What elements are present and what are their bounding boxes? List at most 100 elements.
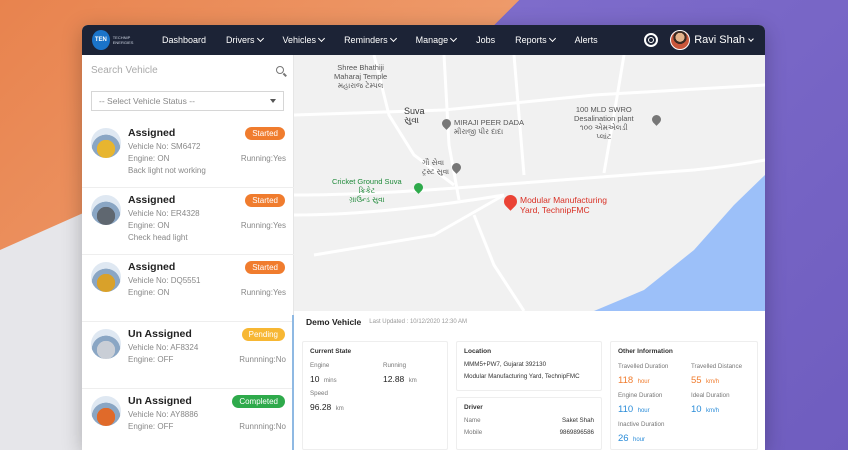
vehicle-thumbnail xyxy=(91,396,121,426)
travelled-distance-unit: km/h xyxy=(706,379,720,385)
travelled-distance-value: 55 xyxy=(691,375,702,386)
nav-item-reports[interactable]: Reports xyxy=(505,34,565,45)
nav-item-jobs[interactable]: Jobs xyxy=(466,35,505,45)
driver-title: Driver xyxy=(464,404,483,411)
nav-item-label: Drivers xyxy=(226,35,255,45)
running-state: Runnning:No xyxy=(239,355,286,364)
caret-down-icon xyxy=(270,99,276,103)
other-info-title: Other Information xyxy=(618,348,673,355)
last-updated: Last Updated : 10/12/2020 12:30 AM xyxy=(369,319,468,325)
vehicle-list-item[interactable]: Assigned Vehicle No: ER4328 Engine: ON Runn… xyxy=(82,188,294,255)
running-state: Running:Yes xyxy=(240,154,286,163)
speed-label: Speed xyxy=(310,390,328,397)
water-body xyxy=(594,175,765,311)
nav-item-vehicles[interactable]: Vehicles xyxy=(273,34,335,45)
map-label-modular: Modular Manufacturing Yard, TechnipFMC xyxy=(520,195,607,215)
engine-state: Engine: OFF xyxy=(128,422,174,431)
map-label-gau: ગૌ સેવા ટ્રસ્ટ સુવા xyxy=(422,158,450,176)
engine-duration-value: 110 xyxy=(618,404,634,415)
vehicle-number: Vehicle No: SM6472 xyxy=(128,142,201,151)
logo[interactable]: TEN TECHNIP ENERGIES xyxy=(82,25,134,55)
vehicle-thumbnail xyxy=(91,262,121,292)
nav-item-label: Jobs xyxy=(476,35,496,45)
current-state-card: Current State Engine 10 mins Running 12.… xyxy=(302,341,448,450)
vehicle-number: Vehicle No: DQ5551 xyxy=(128,276,201,285)
vehicle-note: Check head light xyxy=(128,233,188,242)
engine-state: Engine: ON xyxy=(128,154,170,163)
travelled-duration-value: 118 xyxy=(618,375,634,386)
map[interactable]: Shree Bhathiji Maharaj Temple મહારાજ ટેમ… xyxy=(294,55,765,311)
running-unit: km xyxy=(408,378,417,384)
running-state: Running:Yes xyxy=(240,221,286,230)
status-badge: Started xyxy=(245,194,285,207)
nav-item-dashboard[interactable]: Dashboard xyxy=(152,35,216,45)
vehicle-thumbnail xyxy=(91,128,121,158)
engine-duration-label: Engine Duration xyxy=(618,392,663,399)
inactive-duration-value: 26 xyxy=(618,433,629,444)
vehicle-list-item[interactable]: Un Assigned Vehicle No: AF8324 Engine: OFF… xyxy=(82,322,294,389)
nav-item-drivers[interactable]: Drivers xyxy=(216,34,273,45)
vehicle-number: Vehicle No: ER4328 xyxy=(128,209,200,218)
vehicle-note: Back light not working xyxy=(128,166,206,175)
nav-item-label: Dashboard xyxy=(162,35,207,45)
other-information-card: Other Information Travelled Duration 118… xyxy=(610,341,758,450)
running-label: Running xyxy=(383,362,407,369)
nav-item-alerts[interactable]: Alerts xyxy=(565,35,608,45)
map-label-temple: Shree Bhathiji Maharaj Temple મહારાજ ટેમ… xyxy=(334,63,388,90)
nav-item-label: Reports xyxy=(515,35,547,45)
travelled-duration-unit: hour xyxy=(637,379,650,385)
nav-item-reminders[interactable]: Reminders xyxy=(334,34,406,45)
top-navbar: TEN TECHNIP ENERGIES Dashboard Drivers Veh… xyxy=(82,25,765,55)
search-input[interactable]: Search Vehicle xyxy=(91,65,276,76)
chevron-down-icon xyxy=(256,34,264,43)
nav-item-label: Reminders xyxy=(344,35,388,45)
search-icon[interactable] xyxy=(276,66,284,74)
status-badge: Started xyxy=(245,261,285,274)
status-badge: Pending xyxy=(241,328,285,341)
engine-state: Engine: ON xyxy=(128,221,170,230)
driver-name-label: Name xyxy=(464,417,481,424)
travelled-distance-label: Travelled Distance xyxy=(691,363,743,370)
vehicle-list-item[interactable]: Assigned Vehicle No: DQ5551 Engine: ON Runn… xyxy=(82,255,294,322)
vehicle-list-item[interactable]: Un Assigned Vehicle No: AY8886 Engine: OFF… xyxy=(82,389,294,450)
vehicle-number: Vehicle No: AY8886 xyxy=(128,410,199,419)
avatar[interactable] xyxy=(670,30,691,50)
location-card: Location MMM5+PW7, Gujarat 392130 Modula… xyxy=(456,341,602,391)
ideal-duration-value: 10 xyxy=(691,404,702,415)
vehicle-list-item[interactable]: Assigned Vehicle No: SM6472 Engine: ON Runn… xyxy=(82,121,294,188)
vehicle-number: Vehicle No: AF8324 xyxy=(128,343,199,352)
driver-card: Driver Name Saket Shah Mobile 9869896586 xyxy=(456,397,602,450)
user-menu[interactable]: Ravi Shah xyxy=(670,30,754,50)
location-title: Location xyxy=(464,348,492,355)
engine-unit: mins xyxy=(323,378,337,384)
ideal-duration-label: Ideal Duration xyxy=(691,392,730,399)
chevron-down-icon xyxy=(389,34,397,43)
inactive-duration-label: Inactive Duration xyxy=(618,421,665,428)
speed-value: 96.28 xyxy=(310,402,332,412)
map-label-cricket: Cricket Ground Suva ક્રિકેટ ગ્રાઉન્ડ સુવ… xyxy=(332,177,402,204)
status-badge: Completed xyxy=(232,395,285,408)
inactive-duration-unit: hour xyxy=(633,437,646,443)
nav-item-label: Manage xyxy=(415,35,449,45)
status-badge: Started xyxy=(245,127,285,140)
chevron-down-icon xyxy=(318,34,326,43)
running-state: Runnning:No xyxy=(239,422,286,431)
ideal-duration-unit: km/h xyxy=(706,408,720,414)
engine-state: Engine: OFF xyxy=(128,355,174,364)
chevron-down-icon xyxy=(748,35,754,42)
running-state: Running:Yes xyxy=(240,288,286,297)
vehicle-details-panel: Demo Vehicle Last Updated : 10/12/2020 1… xyxy=(294,311,765,450)
current-state-title: Current State xyxy=(310,348,352,355)
search-bar[interactable]: Search Vehicle xyxy=(82,55,293,85)
engine-label: Engine xyxy=(310,362,330,369)
vehicle-status-select-value: -- Select Vehicle Status -- xyxy=(99,96,195,106)
nav-item-manage[interactable]: Manage xyxy=(406,34,467,45)
vehicle-status-select[interactable]: -- Select Vehicle Status -- xyxy=(91,91,284,111)
logo-subtitle: TECHNIP ENERGIES xyxy=(112,35,134,45)
gear-icon[interactable] xyxy=(644,33,659,47)
driver-mobile-value: 9869896586 xyxy=(559,429,594,436)
vehicle-title: Demo Vehicle xyxy=(306,317,362,327)
nav-item-label: Vehicles xyxy=(282,35,317,45)
driver-name-value: Saket Shah xyxy=(562,417,594,424)
running-value: 12.88 xyxy=(383,374,405,384)
